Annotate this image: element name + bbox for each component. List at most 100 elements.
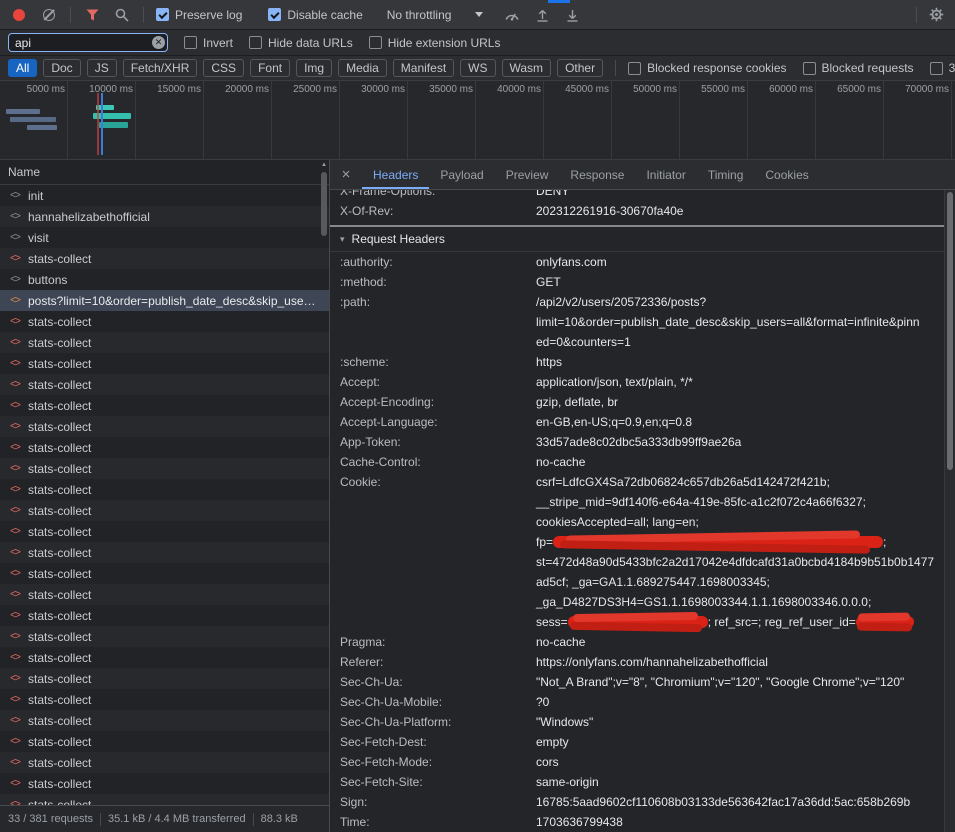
disable-cache-label: Disable cache — [287, 8, 362, 22]
clear-filter-icon[interactable]: ✕ — [152, 36, 165, 49]
request-row[interactable]: <>stats-collect — [0, 311, 329, 332]
settings-gear-icon — [929, 7, 944, 22]
network-conditions-button[interactable] — [503, 6, 521, 24]
header-row: Accept:application/json, text/plain, */* — [330, 372, 944, 392]
filter-chip-fetch-xhr[interactable]: Fetch/XHR — [123, 59, 198, 77]
value-text: ; ref_src=; reg_ref_user_id= — [708, 615, 856, 629]
request-row[interactable]: <>stats-collect — [0, 500, 329, 521]
scrollbar-thumb[interactable] — [947, 192, 953, 470]
value-text: fp= — [536, 535, 553, 549]
waterfall-bar — [6, 109, 40, 114]
header-row: Sec-Ch-Ua-Platform:"Windows" — [330, 712, 944, 732]
filter-chip-wasm[interactable]: Wasm — [502, 59, 552, 77]
disable-cache-checkbox[interactable]: Disable cache — [268, 8, 362, 22]
close-details-icon[interactable]: × — [330, 160, 362, 189]
request-row[interactable]: <>stats-collect — [0, 353, 329, 374]
filter-chip-js[interactable]: JS — [87, 59, 117, 77]
filter-chip-img[interactable]: Img — [296, 59, 332, 77]
search-icon — [115, 8, 129, 22]
request-row[interactable]: <>init — [0, 185, 329, 206]
hide-extension-urls-label: Hide extension URLs — [388, 36, 501, 50]
settings-button[interactable] — [927, 6, 945, 24]
tab-headers[interactable]: Headers — [362, 160, 429, 189]
header-row: Accept-Language:en-GB,en-US;q=0.9,en;q=0… — [330, 412, 944, 432]
request-row[interactable]: <>stats-collect — [0, 248, 329, 269]
request-row[interactable]: <>stats-collect — [0, 563, 329, 584]
tab-timing[interactable]: Timing — [697, 160, 755, 189]
request-row[interactable]: <>stats-collect — [0, 647, 329, 668]
record-button[interactable] — [10, 6, 28, 24]
request-list-scrollbar[interactable]: ▲ — [319, 160, 329, 805]
request-name: init — [28, 189, 329, 203]
filter-input[interactable] — [8, 33, 168, 52]
request-row[interactable]: <>hannahelizabethofficial — [0, 206, 329, 227]
request-row[interactable]: <>stats-collect — [0, 668, 329, 689]
request-row[interactable]: <>stats-collect — [0, 521, 329, 542]
filter-chip-media[interactable]: Media — [338, 59, 387, 77]
request-row[interactable]: <>stats-collect — [0, 689, 329, 710]
scrollbar-thumb[interactable] — [321, 172, 327, 236]
hide-extension-urls-checkbox[interactable]: Hide extension URLs — [369, 36, 501, 50]
search-button[interactable] — [113, 6, 131, 24]
details-tabs: HeadersPayloadPreviewResponseInitiatorTi… — [362, 160, 820, 189]
filter-chip-manifest[interactable]: Manifest — [393, 59, 454, 77]
filter-option-3rd-party-requests[interactable]: 3rd-party requests — [930, 61, 955, 75]
request-row[interactable]: <>stats-collect — [0, 416, 329, 437]
filter-chip-other[interactable]: Other — [557, 59, 603, 77]
filter-chip-doc[interactable]: Doc — [43, 59, 80, 77]
tab-response[interactable]: Response — [559, 160, 635, 189]
header-value: no-cache — [536, 452, 944, 472]
throttling-dropdown[interactable]: No throttling — [387, 8, 484, 22]
filter-option-blocked-requests[interactable]: Blocked requests — [803, 61, 914, 75]
filter-chip-ws[interactable]: WS — [460, 59, 495, 77]
request-row[interactable]: <>stats-collect — [0, 626, 329, 647]
request-name: stats-collect — [28, 483, 329, 497]
timeline-label: 40000 ms — [497, 84, 541, 95]
request-row[interactable]: <>stats-collect — [0, 458, 329, 479]
details-scrollbar[interactable] — [944, 190, 955, 832]
clear-button[interactable] — [40, 6, 58, 24]
import-har-button[interactable] — [533, 6, 551, 24]
header-name: Sec-Fetch-Dest: — [330, 732, 536, 752]
timeline-overview[interactable]: 5000 ms10000 ms15000 ms20000 ms25000 ms3… — [0, 81, 955, 160]
waterfall-bar — [99, 122, 128, 128]
request-row[interactable]: <>stats-collect — [0, 542, 329, 563]
request-row[interactable]: <>stats-collect — [0, 374, 329, 395]
request-name: stats-collect — [28, 609, 329, 623]
tab-initiator[interactable]: Initiator — [635, 160, 696, 189]
request-headers-section[interactable]: ▾ Request Headers — [330, 227, 944, 252]
request-row[interactable]: <>stats-collect — [0, 437, 329, 458]
request-row[interactable]: <>stats-collect — [0, 773, 329, 794]
request-row[interactable]: <>stats-collect — [0, 332, 329, 353]
request-row[interactable]: <>stats-collect — [0, 395, 329, 416]
request-row[interactable]: <>buttons — [0, 269, 329, 290]
filter-chip-css[interactable]: CSS — [203, 59, 244, 77]
request-row[interactable]: <>stats-collect — [0, 710, 329, 731]
request-row[interactable]: <>stats-collect — [0, 605, 329, 626]
filter-chip-all[interactable]: All — [8, 59, 37, 77]
filter-chip-font[interactable]: Font — [250, 59, 290, 77]
request-row[interactable]: <>stats-collect — [0, 752, 329, 773]
request-row[interactable]: <>stats-collect — [0, 584, 329, 605]
request-row[interactable]: <>stats-collect — [0, 731, 329, 752]
name-column-header[interactable]: Name — [0, 160, 329, 185]
timeline-label: 45000 ms — [565, 84, 609, 95]
request-row[interactable]: <>stats-collect — [0, 479, 329, 500]
hide-data-urls-checkbox[interactable]: Hide data URLs — [249, 36, 353, 50]
tab-payload[interactable]: Payload — [429, 160, 494, 189]
request-row[interactable]: <>visit — [0, 227, 329, 248]
header-row: X-Frame-Options:DENY — [330, 190, 944, 201]
preserve-log-checkbox[interactable]: Preserve log — [156, 8, 242, 22]
tab-preview[interactable]: Preview — [495, 160, 560, 189]
request-details-pane: × HeadersPayloadPreviewResponseInitiator… — [330, 160, 955, 832]
request-row[interactable]: <>posts?limit=10&order=publish_date_desc… — [0, 290, 329, 311]
export-har-button[interactable] — [563, 6, 581, 24]
invert-checkbox[interactable]: Invert — [184, 36, 233, 50]
scroll-up-icon[interactable]: ▲ — [319, 162, 329, 168]
header-value: ?0 — [536, 692, 944, 712]
tab-cookies[interactable]: Cookies — [754, 160, 819, 189]
filter-toggle-button[interactable] — [83, 6, 101, 24]
request-row[interactable]: <>stats-collect — [0, 794, 329, 805]
header-value: onlyfans.com — [536, 252, 944, 272]
filter-option-blocked-response-cookies[interactable]: Blocked response cookies — [628, 61, 786, 75]
